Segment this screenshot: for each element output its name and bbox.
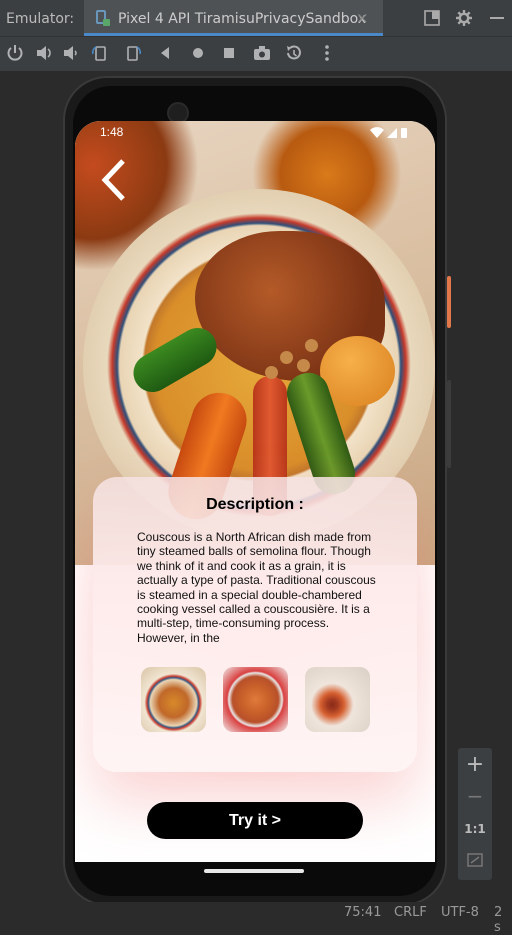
description-title: Description : <box>206 496 304 513</box>
device-tab[interactable]: Pixel 4 API TiramisuPrivacySandbox × <box>84 0 383 36</box>
ide-status-bar: 75:41 CRLF UTF-8 2 s <box>0 902 512 935</box>
zoom-1to1-button[interactable]: 1:1 <box>458 822 492 836</box>
volume-side-button[interactable] <box>447 380 451 468</box>
gear-icon[interactable] <box>456 10 472 26</box>
zoom-in-button[interactable]: + <box>458 752 492 777</box>
status-icons <box>370 127 407 138</box>
status-time: 1:48 <box>100 125 124 139</box>
phone-screen: 1:48 Description : Couscous is a North A… <box>75 121 435 862</box>
minimize-icon[interactable] <box>489 10 505 26</box>
zoom-panel: + − 1:1 <box>458 748 492 880</box>
description-card: Description : Couscous is a North Africa… <box>93 477 417 772</box>
back-arrow-icon[interactable] <box>99 157 139 203</box>
wifi-icon <box>370 127 384 138</box>
signal-icon <box>387 128 397 138</box>
caret-position[interactable]: 75:41 <box>344 905 381 920</box>
volume-up-icon[interactable] <box>35 44 53 62</box>
thumbnail-meatballs[interactable] <box>305 667 370 732</box>
back-icon[interactable] <box>156 44 174 62</box>
battery-icon <box>401 128 407 138</box>
device-tab-title: Pixel 4 API TiramisuPrivacySandbox <box>118 11 367 27</box>
potato <box>320 336 395 406</box>
snapshot-icon[interactable] <box>285 44 303 62</box>
device-icon <box>96 10 110 26</box>
camera-icon[interactable] <box>253 44 271 62</box>
home-gesture-bar[interactable] <box>204 869 304 873</box>
overview-icon[interactable] <box>220 44 238 62</box>
chickpea <box>297 359 310 372</box>
volume-down-icon[interactable] <box>62 44 80 62</box>
thumbnail-pasta[interactable] <box>223 667 288 732</box>
chickpea <box>265 366 278 379</box>
line-ending[interactable]: CRLF <box>394 905 427 920</box>
indent-setting[interactable]: 2 s <box>494 905 512 935</box>
power-icon[interactable] <box>6 44 24 62</box>
tab-active-underline <box>84 33 383 36</box>
zoom-out-button[interactable]: − <box>458 784 492 808</box>
emulator-title-bar: Emulator: Pixel 4 API TiramisuPrivacySan… <box>0 0 512 37</box>
home-icon[interactable] <box>189 44 207 62</box>
emulator-label: Emulator: <box>6 11 75 27</box>
chickpea <box>305 339 318 352</box>
tab-close-icon[interactable]: × <box>356 9 369 27</box>
chickpea <box>280 351 293 364</box>
rotate-left-icon[interactable] <box>91 44 109 62</box>
thumbnail-couscous[interactable] <box>141 667 206 732</box>
try-it-button[interactable]: Try it > <box>147 802 363 839</box>
gesture-nav-area <box>75 862 435 882</box>
fit-screen-icon[interactable] <box>467 852 483 868</box>
emulator-toolbar <box>0 37 512 71</box>
description-text: Couscous is a North African dish made fr… <box>137 530 376 645</box>
power-side-button[interactable] <box>447 276 451 328</box>
file-encoding[interactable]: UTF-8 <box>441 905 479 920</box>
rotate-right-icon[interactable] <box>124 44 142 62</box>
more-icon[interactable] <box>318 44 336 62</box>
window-layout-icon[interactable] <box>424 10 440 26</box>
android-status-bar: 1:48 <box>75 121 435 145</box>
